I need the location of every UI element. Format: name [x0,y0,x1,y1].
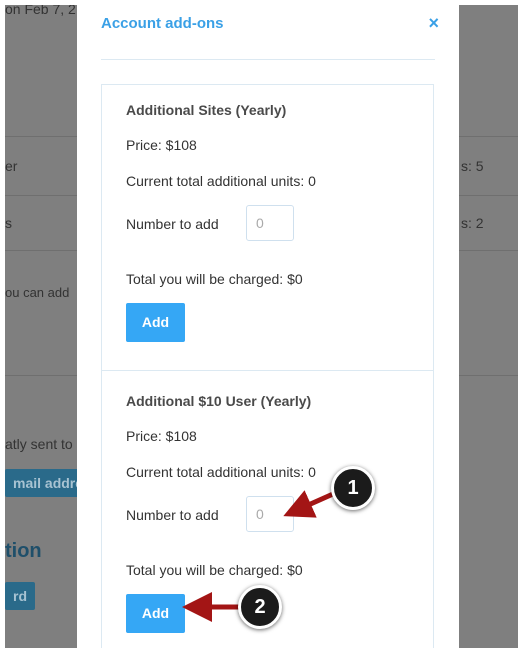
arrow-1 [283,490,335,518]
callout-2: 2 [238,585,282,629]
annotation-arrows [182,490,335,622]
callout-1: 1 [331,466,375,510]
screenshot-frame: on Feb 7, 2 er s: 5 s s: 2 ou can add at… [5,5,518,648]
